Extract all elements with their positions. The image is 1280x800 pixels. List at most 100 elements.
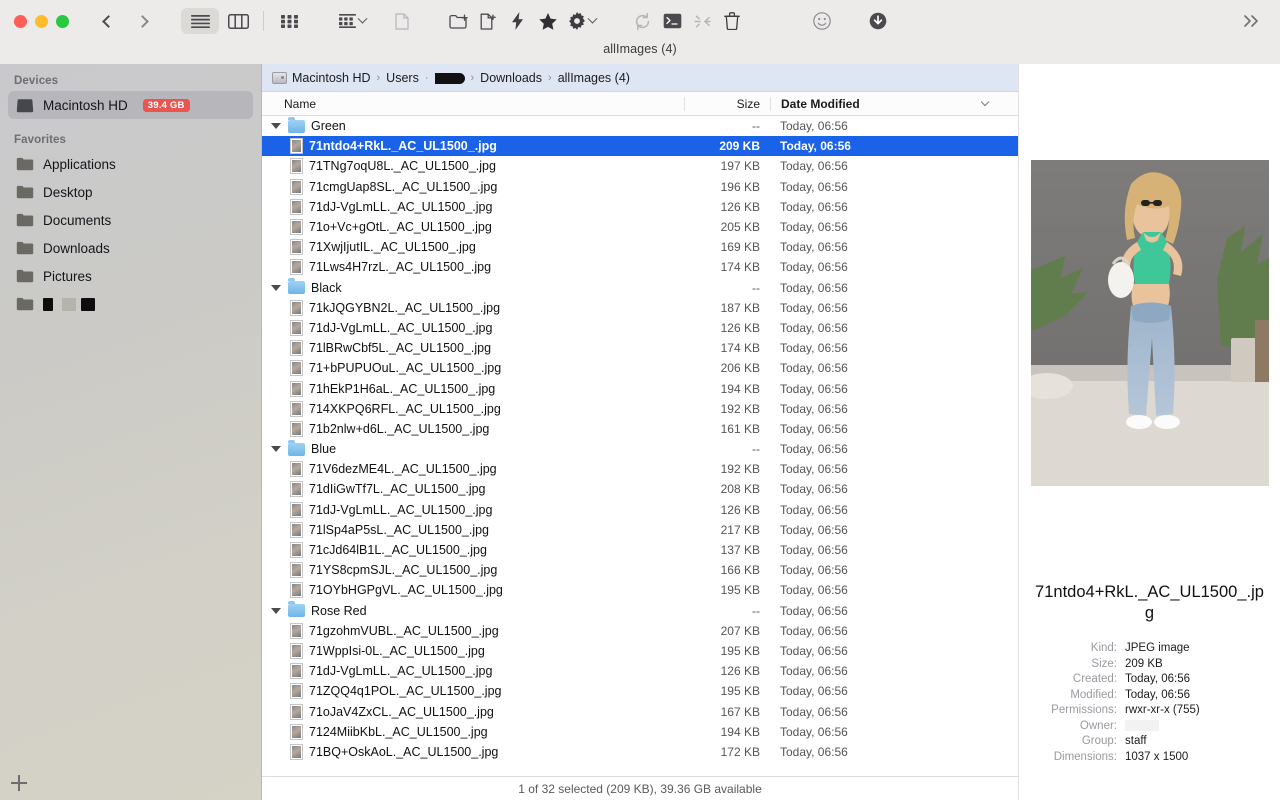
sidebar-item-downloads[interactable]: Downloads (8, 234, 253, 262)
compress-icon[interactable] (687, 7, 717, 35)
table-row[interactable]: 71cJd64lB1L._AC_UL1500_.jpg137 KBToday, … (262, 540, 1018, 560)
file-size: 205 KB (684, 220, 770, 234)
table-row[interactable]: 714XKPQ6RFL._AC_UL1500_.jpg192 KBToday, … (262, 399, 1018, 419)
table-row[interactable]: 71dJ-VgLmLL._AC_UL1500_.jpg126 KBToday, … (262, 318, 1018, 338)
column-view-icon[interactable] (219, 8, 257, 34)
table-row[interactable]: 71hEkP1H6aL._AC_UL1500_.jpg194 KBToday, … (262, 378, 1018, 398)
sidebar-item-pictures[interactable]: Pictures (8, 262, 253, 290)
group-by-button[interactable] (334, 7, 371, 35)
table-row[interactable]: 71WppIsi-0L._AC_UL1500_.jpg195 KBToday, … (262, 641, 1018, 661)
file-group-row[interactable]: Green--Today, 06:56 (262, 116, 1018, 136)
refresh-icon[interactable] (627, 7, 657, 35)
file-size: 126 KB (684, 200, 770, 214)
table-row[interactable]: 71YS8cpmSJL._AC_UL1500_.jpg166 KBToday, … (262, 560, 1018, 580)
file-thumbnail (290, 179, 303, 195)
table-row[interactable]: 71dJ-VgLmLL._AC_UL1500_.jpg126 KBToday, … (262, 500, 1018, 520)
table-row[interactable]: 71V6dezME4L._AC_UL1500_.jpg192 KBToday, … (262, 459, 1018, 479)
disclosure-triangle-icon[interactable] (270, 443, 282, 455)
gallery-view-icon[interactable] (270, 8, 308, 34)
table-row[interactable]: 7124MiibKbL._AC_UL1500_.jpg194 KBToday, … (262, 722, 1018, 742)
preview-filename: 71ntdo4+RkL._AC_UL1500_.jpg (1031, 582, 1268, 624)
view-mode-segmented-control[interactable] (181, 8, 308, 34)
table-row[interactable]: 71ZQQ4q1POL._AC_UL1500_.jpg195 KBToday, … (262, 681, 1018, 701)
file-group-row[interactable]: Rose Red--Today, 06:56 (262, 601, 1018, 621)
table-row[interactable]: 71b2nlw+d6L._AC_UL1500_.jpg161 KBToday, … (262, 419, 1018, 439)
table-row[interactable]: 71dJ-VgLmLL._AC_UL1500_.jpg126 KBToday, … (262, 661, 1018, 681)
breadcrumb-crumb-allimages[interactable]: allImages (4) (558, 71, 630, 85)
add-sidebar-item-button[interactable] (8, 772, 30, 794)
folder-icon (16, 185, 34, 199)
table-row[interactable]: 71+bPUPUOuL._AC_UL1500_.jpg206 KBToday, … (262, 358, 1018, 378)
table-row[interactable]: 71o+Vc+gOtL._AC_UL1500_.jpg205 KBToday, … (262, 217, 1018, 237)
disclosure-triangle-icon[interactable] (270, 282, 282, 294)
disclosure-triangle-icon[interactable] (270, 605, 282, 617)
settings-icon[interactable] (563, 7, 601, 35)
column-header-name[interactable]: Name (262, 97, 684, 111)
table-row[interactable]: 71lBRwCbf5L._AC_UL1500_.jpg174 KBToday, … (262, 338, 1018, 358)
file-list[interactable]: Green--Today, 06:5671ntdo4+RkL._AC_UL150… (262, 116, 1018, 776)
file-thumbnail (290, 239, 303, 255)
minimize-button[interactable] (35, 15, 48, 28)
sidebar-item-label: Documents (43, 213, 111, 228)
file-size: 137 KB (684, 543, 770, 557)
quicklook-icon[interactable] (387, 7, 417, 35)
table-row[interactable]: 71Lws4H7rzL._AC_UL1500_.jpg174 KBToday, … (262, 257, 1018, 277)
table-row[interactable]: 71TNg7oqU8L._AC_UL1500_.jpg197 KBToday, … (262, 156, 1018, 176)
sidebar-section-header-devices: Devices (0, 70, 261, 91)
file-group-row[interactable]: Black--Today, 06:56 (262, 278, 1018, 298)
table-row[interactable]: 71lSp4aP5sL._AC_UL1500_.jpg217 KBToday, … (262, 520, 1018, 540)
close-button[interactable] (14, 15, 27, 28)
table-row[interactable]: 71dIiGwTf7L._AC_UL1500_.jpg208 KBToday, … (262, 479, 1018, 499)
toolbar-overflow-button[interactable] (1236, 7, 1266, 35)
delete-icon[interactable] (717, 7, 747, 35)
table-row[interactable]: 71oJaV4ZxCL._AC_UL1500_.jpg167 KBToday, … (262, 701, 1018, 721)
chevron-down-icon (981, 97, 989, 105)
new-file-icon[interactable] (473, 7, 503, 35)
zoom-button[interactable] (56, 15, 69, 28)
favorite-icon[interactable] (533, 7, 563, 35)
breadcrumb-separator: › (377, 72, 381, 84)
table-row[interactable]: 71gzohmVUBL._AC_UL1500_.jpg207 KBToday, … (262, 621, 1018, 641)
back-button[interactable] (91, 7, 125, 35)
breadcrumb-crumb-macintosh-hd[interactable]: Macintosh HD (292, 71, 371, 85)
breadcrumb-crumb-downloads[interactable]: Downloads (480, 71, 542, 85)
table-row[interactable]: 71ntdo4+RkL._AC_UL1500_.jpg209 KBToday, … (262, 136, 1018, 156)
table-row[interactable]: 71dJ-VgLmLL._AC_UL1500_.jpg126 KBToday, … (262, 197, 1018, 217)
table-row[interactable]: 71kJQGYBN2L._AC_UL1500_.jpg187 KBToday, … (262, 298, 1018, 318)
file-date: Today, 06:56 (770, 382, 1018, 396)
file-size: 195 KB (684, 583, 770, 597)
sidebar-item-applications[interactable]: Applications (8, 150, 253, 178)
file-group-row[interactable]: Blue--Today, 06:56 (262, 439, 1018, 459)
file-thumbnail (290, 643, 303, 659)
table-row[interactable]: 71OYbHGPgVL._AC_UL1500_.jpg195 KBToday, … (262, 580, 1018, 600)
column-header-date-modified[interactable]: Date Modified (770, 97, 1018, 111)
group-date: Today, 06:56 (770, 281, 1018, 295)
file-name: 71dJ-VgLmLL._AC_UL1500_.jpg (309, 664, 492, 678)
file-date: Today, 06:56 (770, 361, 1018, 375)
table-row[interactable]: 71BQ+OskAoL._AC_UL1500_.jpg172 KBToday, … (262, 742, 1018, 762)
file-date: Today, 06:56 (770, 543, 1018, 557)
preview-meta-value: JPEG image (1125, 642, 1190, 654)
download-icon[interactable] (863, 7, 893, 35)
sidebar-item-desktop[interactable]: Desktop (8, 178, 253, 206)
emoji-icon[interactable] (807, 7, 837, 35)
file-name: 71ntdo4+RkL._AC_UL1500_.jpg (309, 139, 497, 153)
new-folder-icon[interactable] (443, 7, 473, 35)
sidebar-item-macintosh-hd[interactable]: Macintosh HD 39.4 GB (8, 91, 253, 119)
table-row[interactable]: 71XwjIjutIL._AC_UL1500_.jpg169 KBToday, … (262, 237, 1018, 257)
breadcrumb-crumb-redacted[interactable] (435, 71, 465, 85)
sidebar-item-redacted[interactable] (8, 290, 253, 318)
file-date: Today, 06:56 (770, 341, 1018, 355)
column-header-size[interactable]: Size (684, 97, 770, 111)
forward-button[interactable] (125, 7, 159, 35)
sidebar-item-documents[interactable]: Documents (8, 206, 253, 234)
preview-meta-key: Permissions: (1031, 704, 1125, 716)
file-date: Today, 06:56 (770, 624, 1018, 638)
sidebar-item-label: Applications (43, 157, 116, 172)
breadcrumb-crumb-users[interactable]: Users (386, 71, 419, 85)
quick-action-icon[interactable] (503, 7, 533, 35)
disclosure-triangle-icon[interactable] (270, 120, 282, 132)
table-row[interactable]: 71cmgUap8SL._AC_UL1500_.jpg196 KBToday, … (262, 177, 1018, 197)
list-view-icon[interactable] (181, 8, 219, 34)
terminal-icon[interactable] (657, 7, 687, 35)
